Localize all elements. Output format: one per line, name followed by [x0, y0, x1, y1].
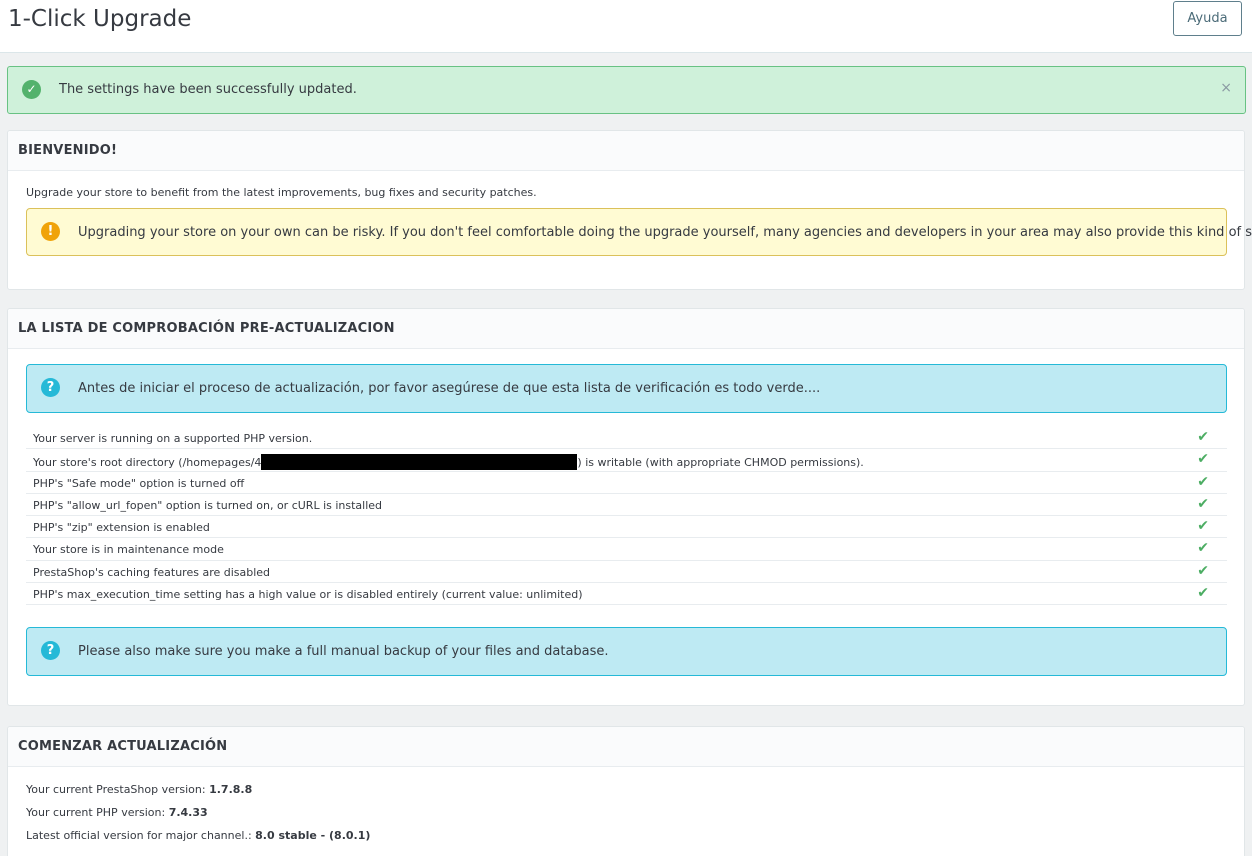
- checkmark-icon: ✔: [1197, 562, 1209, 579]
- checklist-title: LA LISTA DE COMPROBACIÓN PRE-ACTUALIZACI…: [18, 321, 395, 336]
- success-message: The settings have been successfully upda…: [59, 82, 357, 97]
- welcome-title: BIENVENIDO!: [18, 143, 118, 158]
- panel-header: LA LISTA DE COMPROBACIÓN PRE-ACTUALIZACI…: [8, 309, 1244, 349]
- php-version: 7.4.33: [168, 806, 208, 819]
- checkmark-icon: ✔: [1197, 473, 1209, 490]
- panel-header: COMENZAR ACTUALIZACIÓN: [8, 727, 1244, 767]
- page-title: 1-Click Upgrade: [8, 6, 192, 32]
- checklist-table: Your server is running on a supported PH…: [26, 427, 1227, 606]
- checklist-label: PHP's max_execution_time setting has a h…: [33, 588, 583, 602]
- backup-info-message: Please also make sure you make a full ma…: [78, 644, 609, 659]
- checkmark-icon: ✔: [1197, 585, 1209, 602]
- help-button[interactable]: Ayuda: [1173, 1, 1242, 36]
- backup-info-alert: ? Please also make sure you make a full …: [26, 627, 1227, 676]
- check-circle-icon: ✓: [22, 80, 41, 99]
- checklist-row: PHP's "Safe mode" option is turned off ✔: [26, 472, 1227, 494]
- panel-header: BIENVENIDO!: [8, 131, 1244, 171]
- redacted-path: [261, 454, 578, 471]
- latest-version: 8.0 stable - (8.0.1): [255, 829, 371, 842]
- latest-version-line: Latest official version for major channe…: [26, 829, 371, 842]
- question-icon: ?: [41, 641, 60, 660]
- upgrade-title: COMENZAR ACTUALIZACIÓN: [18, 739, 228, 754]
- checklist-panel: LA LISTA DE COMPROBACIÓN PRE-ACTUALIZACI…: [7, 308, 1245, 706]
- checklist-row: PHP's "zip" extension is enabled ✔: [26, 516, 1227, 539]
- page-header: 1-Click Upgrade Ayuda: [0, 0, 1252, 53]
- prestashop-version: 1.7.8.8: [209, 783, 253, 796]
- checkmark-icon: ✔: [1197, 429, 1209, 445]
- checkmark-icon: ✔: [1197, 451, 1209, 468]
- success-alert: ✓ The settings have been successfully up…: [7, 66, 1246, 114]
- question-icon: ?: [41, 378, 60, 397]
- checklist-row: PrestaShop's caching features are disabl…: [26, 561, 1227, 584]
- checklist-label: Your store is in maintenance mode: [33, 543, 224, 557]
- warning-message: Upgrading your store on your own can be …: [78, 225, 1252, 240]
- warning-alert: ! Upgrading your store on your own can b…: [26, 208, 1252, 256]
- checklist-label: PHP's "Safe mode" option is turned off: [33, 476, 245, 490]
- checklist-info-message: Antes de iniciar el proceso de actualiza…: [78, 381, 821, 396]
- upgrade-panel: COMENZAR ACTUALIZACIÓN Your current Pres…: [7, 726, 1245, 856]
- checklist-row: PHP's max_execution_time setting has a h…: [26, 583, 1227, 606]
- welcome-panel: BIENVENIDO! Upgrade your store to benefi…: [7, 130, 1252, 290]
- checklist-row: PHP's "allow_url_fopen" option is turned…: [26, 494, 1227, 517]
- checklist-info-alert: ? Antes de iniciar el proceso de actuali…: [26, 364, 1227, 413]
- checklist-row: Your server is running on a supported PH…: [26, 427, 1227, 450]
- prestashop-version-line: Your current PrestaShop version: 1.7.8.8: [26, 783, 253, 796]
- checklist-label: Your server is running on a supported PH…: [33, 432, 313, 445]
- checkmark-icon: ✔: [1197, 495, 1209, 512]
- close-icon[interactable]: ×: [1220, 80, 1232, 96]
- checklist-label: PHP's "zip" extension is enabled: [33, 521, 210, 535]
- checklist-label: PrestaShop's caching features are disabl…: [33, 565, 271, 579]
- exclamation-icon: !: [41, 222, 60, 241]
- checkmark-icon: ✔: [1197, 540, 1209, 557]
- php-version-line: Your current PHP version: 7.4.33: [26, 806, 208, 819]
- welcome-intro: Upgrade your store to benefit from the l…: [26, 186, 537, 199]
- checkmark-icon: ✔: [1197, 518, 1209, 535]
- checklist-label: Your store's root directory (/homepages/…: [33, 454, 864, 471]
- checklist-label: PHP's "allow_url_fopen" option is turned…: [33, 498, 383, 512]
- checklist-row: Your store is in maintenance mode ✔: [26, 538, 1227, 561]
- checklist-row: Your store's root directory (/homepages/…: [26, 449, 1227, 472]
